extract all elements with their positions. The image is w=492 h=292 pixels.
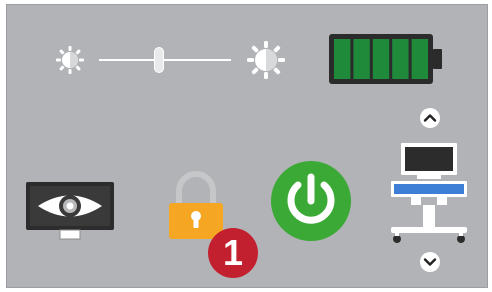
control-panel: 1 [6,4,488,288]
battery-segment [334,39,351,79]
chevron-down-icon[interactable] [419,251,441,273]
sun-low-icon[interactable] [53,43,87,77]
battery-icon [327,32,445,86]
battery-segment [411,39,428,79]
sun-high-icon[interactable] [245,39,287,81]
notification-badge: 1 [207,227,259,279]
battery-segment [372,39,390,79]
battery-segment [392,39,409,79]
badge-count: 1 [222,232,244,273]
slider-track [99,59,231,61]
chevron-up-icon[interactable] [419,107,441,129]
brightness-slider[interactable] [97,47,233,73]
battery-segment [353,39,370,79]
ultrasound-cart-icon[interactable] [387,141,471,245]
power-icon[interactable] [269,159,353,243]
eye-monitor-icon[interactable] [25,181,115,243]
slider-thumb[interactable] [153,47,164,73]
